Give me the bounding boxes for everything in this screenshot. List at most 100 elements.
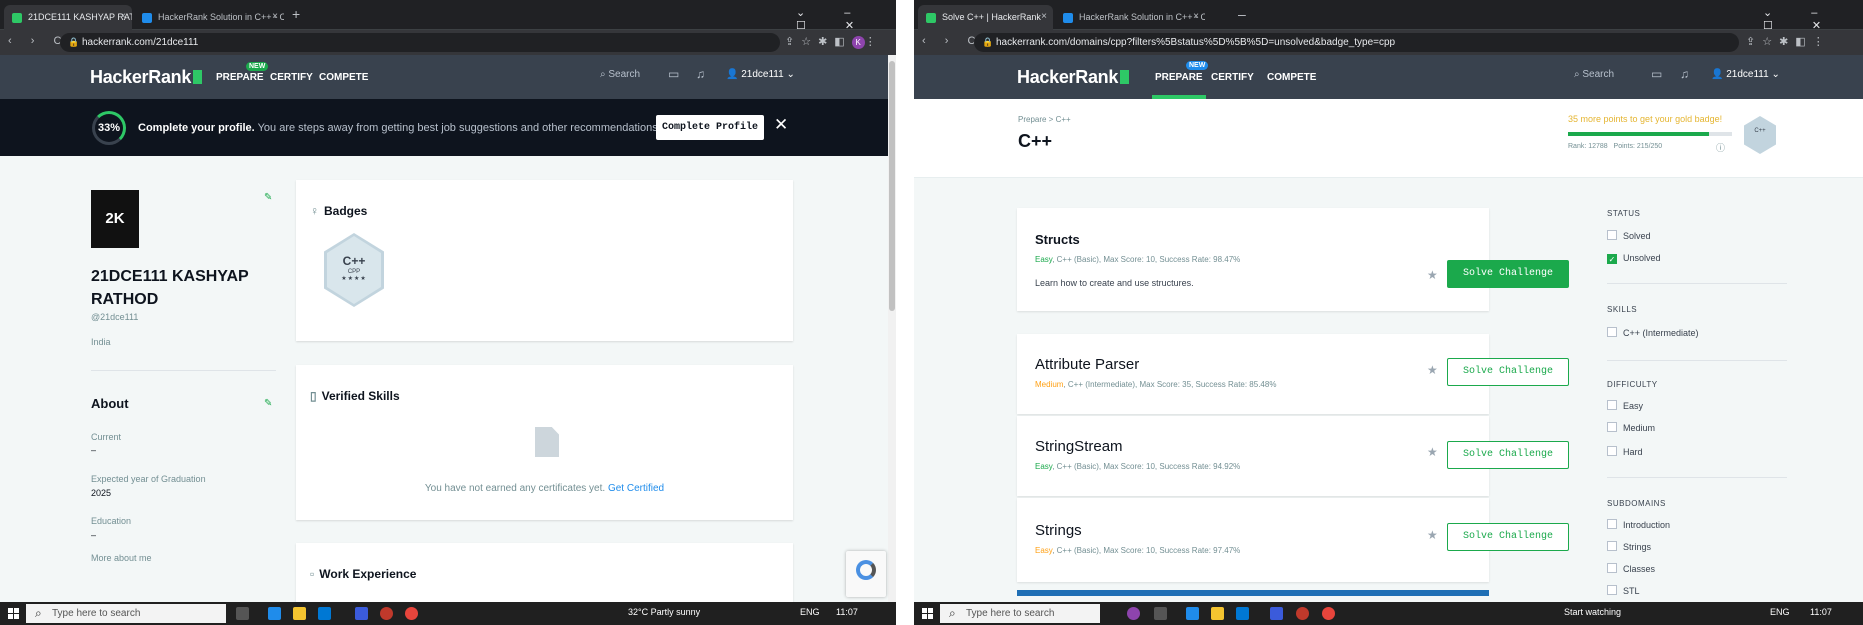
opera-icon[interactable] xyxy=(1296,607,1309,620)
tab-solution[interactable]: HackerRank Solution in C++ - Cr × xyxy=(134,5,284,30)
window-controls[interactable]: ⌄ – ☐ ✕ xyxy=(796,6,896,32)
nav-compete[interactable]: COMPETE xyxy=(1267,72,1316,83)
checkbox-checked[interactable]: ✓ xyxy=(1607,254,1617,264)
language-indicator[interactable]: ENG xyxy=(1770,607,1790,617)
hackerrank-logo[interactable]: HackerRank xyxy=(1017,67,1130,88)
windows-start-icon[interactable] xyxy=(8,608,19,619)
get-certified-link[interactable]: Get Certified xyxy=(608,483,664,494)
address-bar[interactable]: 🔒 hackerrank.com/21dce111 xyxy=(60,33,780,52)
filter-medium[interactable]: Medium xyxy=(1607,422,1655,433)
nav-search[interactable]: ⌕ Search xyxy=(1574,69,1614,80)
user-menu[interactable]: 👤 21dce111 ⌄ xyxy=(726,69,795,80)
challenge-card-attribute-parser[interactable]: Attribute Parser Medium, C++ (Intermedia… xyxy=(1017,334,1569,414)
bookmark-star-icon[interactable]: ★ xyxy=(1427,528,1438,542)
weather-widget[interactable]: 32°C Partly sunny xyxy=(628,607,700,617)
tab-profile[interactable]: 21DCE111 KASHYAP RATHOD - × xyxy=(4,5,132,30)
language-indicator[interactable]: ENG xyxy=(800,607,820,617)
challenge-title[interactable]: StringStream xyxy=(1035,438,1123,455)
checkbox[interactable] xyxy=(1607,327,1617,337)
vscode-icon[interactable] xyxy=(355,607,368,620)
bookmark-star-icon[interactable]: ★ xyxy=(1427,363,1438,377)
notifications-icon[interactable]: ♫ xyxy=(1680,67,1689,81)
clock[interactable]: 11:07 xyxy=(1810,607,1832,617)
weather-widget[interactable]: Start watching xyxy=(1564,607,1621,617)
toolbar-icons[interactable]: ⇪☆✱◧ K ⋮ xyxy=(785,35,883,49)
new-tab-button[interactable]: + xyxy=(292,6,300,22)
edit-profile-icon[interactable]: ✎ xyxy=(264,192,272,203)
complete-profile-button[interactable]: Complete Profile xyxy=(656,115,764,140)
filter-hard[interactable]: Hard xyxy=(1607,446,1643,457)
vscode-icon[interactable] xyxy=(1270,607,1283,620)
taskbar-search[interactable]: Type here to search xyxy=(940,604,1100,623)
tab-solution[interactable]: HackerRank Solution in C++ - Cr × xyxy=(1055,5,1205,30)
store-icon[interactable] xyxy=(318,607,331,620)
task-view-icon[interactable] xyxy=(1154,607,1167,620)
filter-stl[interactable]: STL xyxy=(1607,585,1640,596)
filter-classes[interactable]: Classes xyxy=(1607,563,1655,574)
filter-solved[interactable]: Solved xyxy=(1607,230,1651,241)
bookmark-star-icon[interactable]: ★ xyxy=(1427,268,1438,282)
filter-unsolved[interactable]: ✓ Unsolved xyxy=(1607,253,1661,264)
news-widget-icon[interactable] xyxy=(1127,607,1140,620)
nav-certify[interactable]: CERTIFY xyxy=(270,72,313,83)
checkbox[interactable] xyxy=(1607,446,1617,456)
edge-icon[interactable] xyxy=(268,607,281,620)
profile-avatar-icon[interactable]: K xyxy=(851,36,865,49)
tab-solve-cpp[interactable]: Solve C++ | HackerRank × xyxy=(918,5,1053,30)
file-explorer-icon[interactable] xyxy=(1211,607,1224,620)
windows-start-icon[interactable] xyxy=(922,608,933,619)
messages-icon[interactable]: ▭ xyxy=(668,67,679,81)
user-menu[interactable]: 👤 21dce111 ⌄ xyxy=(1711,69,1780,80)
checkbox[interactable] xyxy=(1607,585,1617,595)
filter-skill[interactable]: C++ (Intermediate) xyxy=(1607,327,1699,338)
solve-challenge-button[interactable]: Solve Challenge xyxy=(1447,441,1569,469)
cpp-badge[interactable]: C++ CPP ★★★★ xyxy=(324,233,384,307)
checkbox[interactable] xyxy=(1607,541,1617,551)
challenge-card-structs[interactable]: Structs Easy, C++ (Basic), Max Score: 10… xyxy=(1017,208,1569,311)
close-tab-icon[interactable]: × xyxy=(1193,11,1199,22)
hackerrank-logo[interactable]: HackerRank xyxy=(90,67,203,88)
challenge-card-stringstream[interactable]: StringStream Easy, C++ (Basic), Max Scor… xyxy=(1017,416,1569,496)
info-icon[interactable]: ⓘ xyxy=(1716,141,1725,154)
solve-challenge-button[interactable]: Solve Challenge xyxy=(1447,358,1569,386)
clock[interactable]: 11:07 xyxy=(836,607,858,617)
store-icon[interactable] xyxy=(1236,607,1249,620)
filter-easy[interactable]: Easy xyxy=(1607,400,1643,411)
task-view-icon[interactable] xyxy=(236,607,249,620)
solve-challenge-button[interactable]: Solve Challenge xyxy=(1447,260,1569,288)
challenge-card-strings[interactable]: Strings Easy, C++ (Basic), Max Score: 10… xyxy=(1017,498,1569,582)
chrome-icon[interactable] xyxy=(1322,607,1335,620)
nav-prepare[interactable]: PREPARE xyxy=(1152,72,1206,99)
close-tab-icon[interactable]: × xyxy=(1041,11,1047,22)
checkbox[interactable] xyxy=(1607,519,1617,529)
solve-challenge-button[interactable]: Solve Challenge xyxy=(1447,523,1569,551)
edge-icon[interactable] xyxy=(1186,607,1199,620)
close-tab-icon[interactable]: × xyxy=(120,11,126,22)
checkbox[interactable] xyxy=(1607,230,1617,240)
challenge-title[interactable]: Attribute Parser xyxy=(1035,356,1139,373)
new-tab-button[interactable]: – xyxy=(1238,6,1246,22)
nav-certify[interactable]: CERTIFY xyxy=(1211,72,1254,83)
challenge-title[interactable]: Strings xyxy=(1035,522,1082,539)
toolbar-icons[interactable]: ⇪☆✱◧⋮ xyxy=(1746,35,1831,48)
checkbox[interactable] xyxy=(1607,400,1617,410)
close-tab-icon[interactable]: × xyxy=(272,11,278,22)
scrollbar-thumb[interactable] xyxy=(889,61,895,311)
more-about-me-link[interactable]: More about me xyxy=(91,553,152,563)
window-controls[interactable]: ⌄ – ☐ ✕ xyxy=(1763,6,1863,32)
filter-strings[interactable]: Strings xyxy=(1607,541,1651,552)
recaptcha-badge[interactable] xyxy=(846,551,886,597)
edit-about-icon[interactable]: ✎ xyxy=(264,398,272,409)
checkbox[interactable] xyxy=(1607,563,1617,573)
nav-prepare[interactable]: PREPARE xyxy=(216,72,264,83)
taskbar-search[interactable]: Type here to search xyxy=(26,604,226,623)
nav-search[interactable]: ⌕ Search xyxy=(600,69,640,80)
checkbox[interactable] xyxy=(1607,422,1617,432)
bookmark-star-icon[interactable]: ★ xyxy=(1427,445,1438,459)
address-bar[interactable]: 🔒 hackerrank.com/domains/cpp?filters%5Bs… xyxy=(974,33,1739,52)
messages-icon[interactable]: ▭ xyxy=(1651,67,1662,81)
filter-introduction[interactable]: Introduction xyxy=(1607,519,1670,530)
file-explorer-icon[interactable] xyxy=(293,607,306,620)
breadcrumb[interactable]: Prepare > C++ xyxy=(1018,115,1071,124)
chrome-icon[interactable] xyxy=(405,607,418,620)
